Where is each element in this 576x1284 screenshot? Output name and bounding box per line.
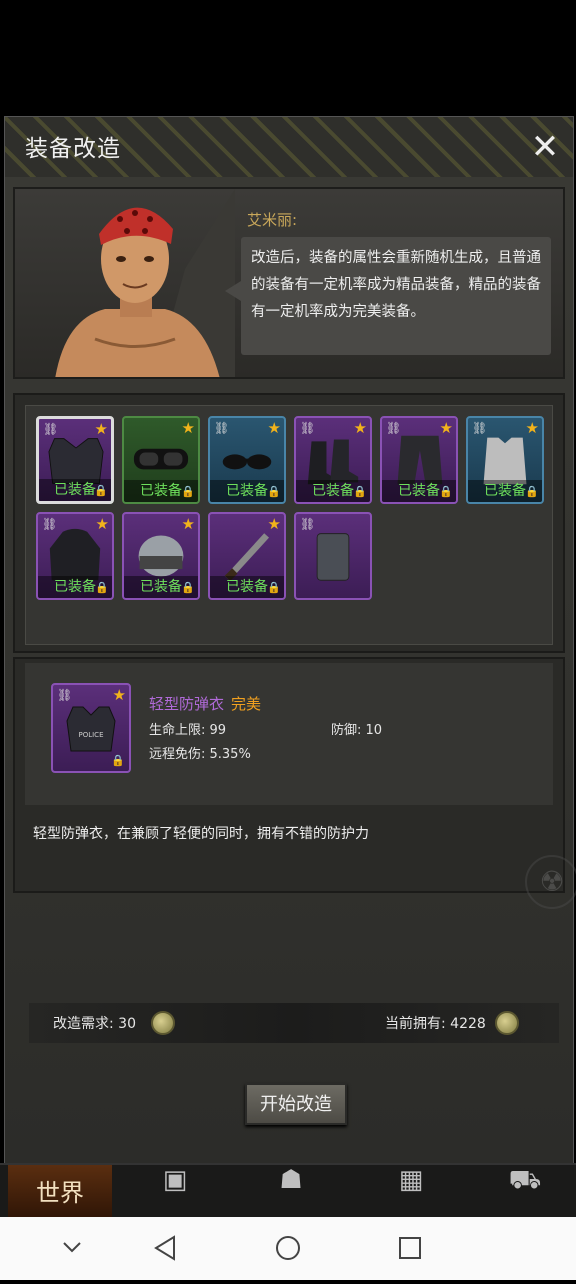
lock-icon: 🔒 — [525, 485, 539, 498]
nav-recents-button[interactable] — [380, 1217, 440, 1280]
selected-item-icon: ⛓ ★ POLICE 🔒 — [51, 683, 131, 773]
lock-icon: 🔒 — [353, 485, 367, 498]
lock-icon: 🔒 — [267, 581, 281, 594]
start-modify-button[interactable]: 开始改造 — [245, 1083, 347, 1125]
riot-shield-icon — [316, 533, 350, 581]
dialog-titlebar: 装备改造 ✕ — [5, 117, 573, 177]
equipment-slot-light-body-armor[interactable]: ⛓ ★ 已装备 🔒 — [36, 416, 114, 504]
lock-icon: 🔒 — [111, 754, 125, 767]
lock-icon: 🔒 — [181, 485, 195, 498]
nav-home-button[interactable] — [258, 1217, 318, 1280]
nav-world-label: 世界 — [36, 1179, 84, 1207]
equipment-slot-cargo-pants[interactable]: ⛓ ★ 已装备 🔒 — [380, 416, 458, 504]
cost-bar: 改造需求: 30 当前拥有: 4228 — [29, 1003, 559, 1043]
npc-portrait — [55, 189, 235, 377]
equipment-slot-sunglasses[interactable]: ⛓ ★ 已装备 🔒 — [208, 416, 286, 504]
nav-world-tab[interactable]: 世界 — [8, 1165, 112, 1219]
lock-icon: 🔒 — [439, 485, 453, 498]
dialog-title: 装备改造 — [25, 136, 121, 162]
close-icon: ✕ — [530, 127, 560, 167]
item-description: 轻型防弹衣，在兼顾了轻便的同时，拥有不错的防护力 — [33, 826, 369, 842]
cost-owned: 当前拥有: 4228 — [385, 1016, 486, 1032]
link-icon: ⛓ — [57, 688, 73, 702]
equipment-slot-undershirt[interactable]: ⛓ ★ 已装备 🔒 — [466, 416, 544, 504]
equipment-slot-goggles[interactable]: ★ 已装备 🔒 — [122, 416, 200, 504]
nav-vehicle-tab[interactable]: ⛟ — [490, 1165, 560, 1219]
vest-label: POLICE — [78, 731, 103, 739]
equipment-grid: ⛓ ★ 已装备 🔒 ★ 已装备 🔒 ⛓ ★ 已装备 🔒 ⛓ ★ 已装备 🔒 ⛓ ★ 已装备 🔒 ⛓ ★ 已装备 🔒 ⛓ ★ 已装备… — [25, 405, 553, 645]
lock-icon: 🔒 — [95, 581, 109, 594]
coin-icon — [151, 1011, 175, 1035]
nav-character-tab[interactable]: ☗ — [256, 1165, 326, 1219]
star-icon: ★ — [112, 686, 126, 704]
backpack-icon: ▣ — [162, 1165, 188, 1195]
lock-icon: 🔒 — [181, 581, 195, 594]
coin-icon — [495, 1011, 519, 1035]
item-name: 轻型防弹衣 — [149, 695, 225, 713]
item-quality: 完美 — [231, 695, 262, 713]
cost-required: 改造需求: 30 — [53, 1016, 136, 1032]
equipment-slot-machete[interactable]: ★ 已装备 🔒 — [208, 512, 286, 600]
nav-collapse-button[interactable] — [42, 1217, 102, 1280]
equipment-slot-combat-boots[interactable]: ⛓ ★ 已装备 🔒 — [294, 416, 372, 504]
equipment-slot-hooded-jacket[interactable]: ⛓ ★ 已装备 🔒 — [36, 512, 114, 600]
equipment-slot-riot-helmet[interactable]: ★ 已装备 🔒 — [122, 512, 200, 600]
back-icon — [154, 1235, 175, 1261]
nav-backpack-tab[interactable]: ▣ — [140, 1165, 210, 1219]
body-armor-icon: POLICE — [66, 706, 116, 752]
speech-bubble-tail — [225, 281, 241, 301]
item-detail-panel: ⛓ ★ POLICE 🔒 轻型防弹衣 完美 生命上限: 99 防御: 10 远程… — [13, 657, 576, 909]
cart-icon: ⛟ — [508, 1165, 542, 1195]
npc-speech-bubble: 改造后，装备的属性会重新随机生成，且普通的装备有一定机率成为精品装备，精品的装备… — [241, 237, 551, 355]
home-icon — [276, 1236, 300, 1260]
game-nav-bar: 世界 ▣ ☗ ▦ ⛟ — [0, 1163, 576, 1219]
character-icon: ☗ — [279, 1165, 303, 1195]
nav-back-button[interactable] — [136, 1217, 196, 1280]
grid-icon: ▦ — [398, 1165, 424, 1195]
npc-name: 艾米丽: — [247, 211, 298, 229]
radiation-icon: ☢ — [525, 855, 576, 909]
close-button[interactable]: ✕ — [525, 127, 565, 167]
lock-icon: 🔒 — [94, 484, 108, 497]
nav-craft-tab[interactable]: ▦ — [376, 1165, 446, 1219]
npc-panel: 艾米丽: 改造后，装备的属性会重新随机生成，且普通的装备有一定机率成为精品装备，… — [13, 187, 565, 379]
stat-defense: 防御: 10 — [331, 723, 383, 738]
equipment-slot-riot-shield[interactable]: ⛓ — [294, 512, 372, 600]
equipment-grid-panel: ⛓ ★ 已装备 🔒 ★ 已装备 🔒 ⛓ ★ 已装备 🔒 ⛓ ★ 已装备 🔒 ⛓ ★ 已装备 🔒 ⛓ ★ 已装备 🔒 ⛓ ★ 已装备… — [13, 393, 565, 653]
android-nav-bar — [0, 1217, 576, 1280]
stat-hp: 生命上限: 99 — [149, 723, 227, 738]
item-detail-header: ⛓ ★ POLICE 🔒 轻型防弹衣 完美 生命上限: 99 防御: 10 远程… — [25, 663, 553, 805]
stat-ranged-resist: 远程免伤: 5.35% — [149, 747, 251, 762]
equipment-modify-dialog: 装备改造 ✕ 艾米丽: 改造后，装备的属性会重新随机生成，且普通的装备有一定机率… — [4, 116, 576, 1164]
chevron-down-icon — [63, 1242, 81, 1253]
recents-icon — [399, 1237, 421, 1259]
lock-icon: 🔒 — [267, 485, 281, 498]
